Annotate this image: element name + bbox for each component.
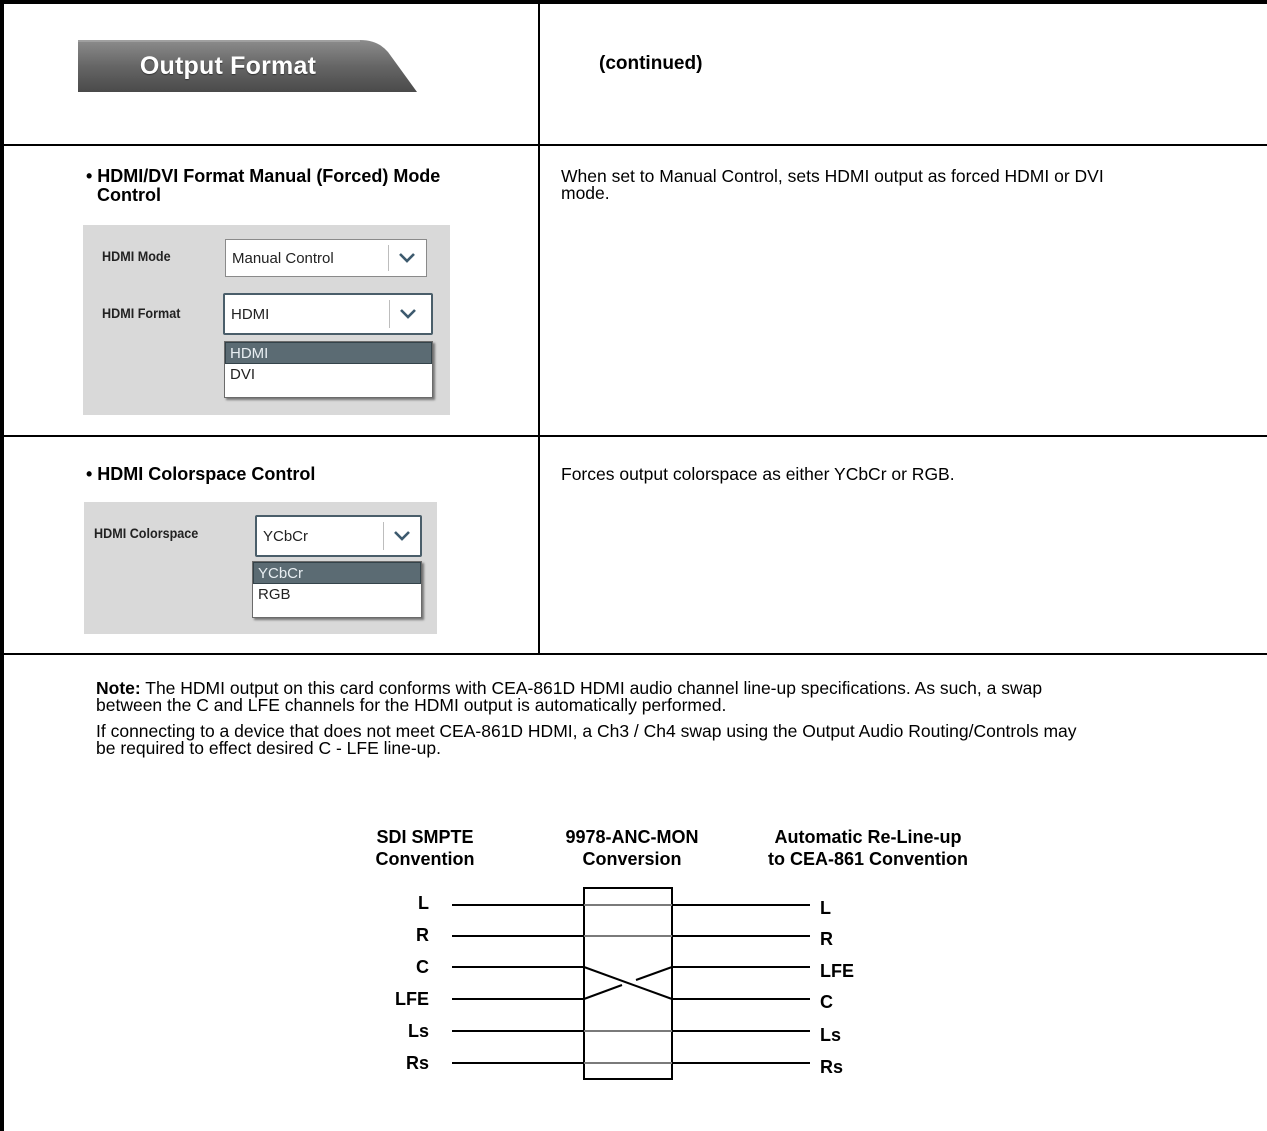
row-divider (4, 144, 1267, 146)
hdmi-mode-select[interactable]: Manual Control (225, 239, 427, 277)
hdmi-colorspace-panel: HDMI Colorspace YCbCr YCbCr RGB (84, 502, 437, 634)
heading-line: Convention (375, 849, 475, 869)
hdmi-format-label: HDMI Format (102, 305, 181, 321)
hdmi-format-select[interactable]: HDMI (223, 293, 433, 335)
diagram-heading-sdi: SDI SMPTE Convention (345, 826, 505, 870)
section-tab: Output Format (78, 40, 417, 92)
input-channel-label: C (416, 957, 429, 977)
hdmi-colorspace-select[interactable]: YCbCr (255, 515, 422, 557)
diagram-heading-cea861: Automatic Re-Line-up to CEA-861 Conventi… (740, 826, 996, 870)
hdmi-colorspace-value: YCbCr (263, 527, 309, 545)
column-divider (538, 4, 540, 654)
input-channel-label: Ls (407, 1021, 429, 1041)
note-line: between the C and LFE channels for the H… (96, 695, 727, 715)
hdmi-format-panel: HDMI Mode Manual Control HDMI Format HDM… (83, 225, 450, 415)
dropdown-option-hdmi[interactable]: HDMI (225, 342, 432, 364)
output-channel-label: Rs (820, 1057, 844, 1077)
diagram-heading-conversion: 9978-ANC-MON Conversion (542, 826, 722, 870)
heading-line: Conversion (582, 849, 682, 869)
output-channel-label: C (820, 992, 833, 1012)
input-channel-label: Rs (405, 1053, 429, 1073)
heading-line: SDI SMPTE (376, 827, 474, 847)
item-title-hdmi-format: • HDMI/DVI Format Manual (Forced) Mode C… (86, 167, 440, 205)
row-divider (4, 435, 1267, 437)
section-title: Output Format (139, 52, 317, 80)
description-line: When set to Manual Control, sets HDMI ou… (561, 166, 1104, 186)
item-description: Forces output colorspace as either YCbCr… (561, 464, 955, 484)
heading-line: to CEA-861 Convention (767, 849, 968, 869)
output-channel-label: LFE (820, 961, 854, 981)
hdmi-colorspace-label: HDMI Colorspace (94, 525, 199, 541)
item-title-line: Control (97, 185, 161, 205)
input-channel-label: LFE (395, 989, 429, 1009)
hdmi-mode-label: HDMI Mode (102, 248, 171, 264)
heading-line: Automatic Re-Line-up (774, 827, 962, 847)
heading-line: 9978-ANC-MON (565, 827, 699, 847)
item-title-line: • HDMI/DVI Format Manual (Forced) Mode (86, 166, 441, 186)
chevron-down-icon (393, 517, 411, 555)
continued-label: (continued) (599, 53, 703, 74)
dropdown-option-ycbcr[interactable]: YCbCr (253, 562, 421, 584)
note-text: Note: The HDMI output on this card confo… (96, 679, 1256, 758)
select-separator (383, 522, 384, 550)
select-separator (388, 245, 389, 271)
note-line: be required to effect desired C - LFE li… (96, 738, 442, 758)
input-channel-label: R (416, 925, 429, 945)
output-channel-label: Ls (820, 1025, 842, 1045)
description-line: mode. (561, 183, 610, 203)
dropdown-option-rgb[interactable]: RGB (253, 584, 421, 606)
input-channel-label: L (418, 893, 429, 913)
hdmi-format-value: HDMI (231, 305, 270, 323)
output-channel-label: R (820, 929, 833, 949)
output-channel-label: L (820, 898, 831, 918)
chevron-down-icon (398, 240, 416, 276)
chevron-down-icon (399, 295, 417, 333)
hdmi-mode-value: Manual Control (232, 249, 334, 267)
item-title-colorspace: • HDMI Colorspace Control (86, 464, 316, 484)
hdmi-colorspace-dropdown: YCbCr RGB (252, 561, 422, 618)
item-description: When set to Manual Control, sets HDMI ou… (561, 166, 1104, 203)
hdmi-format-dropdown: HDMI DVI (224, 341, 433, 398)
row-divider (4, 653, 1267, 655)
select-separator (389, 300, 390, 328)
dropdown-option-dvi[interactable]: DVI (225, 364, 432, 386)
